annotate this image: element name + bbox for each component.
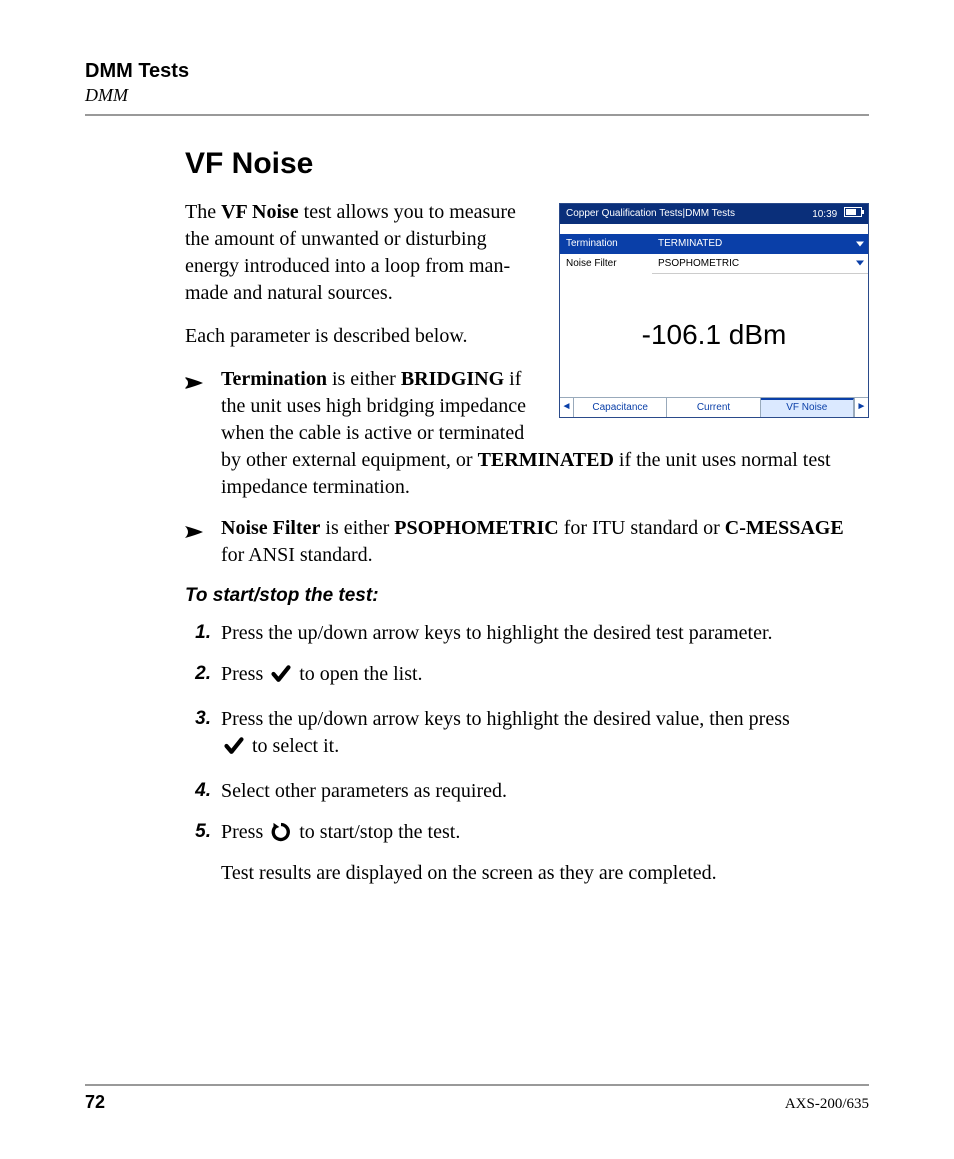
loop-icon	[270, 822, 292, 850]
parameter-list: Termination is either BRIDGING if the un…	[185, 366, 869, 569]
step-number: 2.	[185, 661, 211, 687]
step-4: 4. Select other parameters as required.	[219, 778, 869, 805]
checkmark-icon	[270, 664, 292, 692]
model-number: AXS-200/635	[785, 1096, 869, 1113]
step-number: 5.	[185, 819, 211, 845]
battery-icon	[844, 207, 862, 217]
termination-label: Termination	[560, 234, 652, 254]
noise-filter-row[interactable]: Noise Filter PSOPHOMETRIC	[560, 254, 868, 275]
footer-rule	[85, 1084, 869, 1086]
checkmark-icon	[223, 736, 245, 764]
bullet-arrow-icon	[185, 520, 207, 547]
page-number: 72	[85, 1092, 105, 1113]
step-number: 4.	[185, 778, 211, 804]
page-footer: 72 AXS-200/635	[85, 1084, 869, 1113]
bullet-noise-filter: Noise Filter is either PSOPHOMETRIC for …	[219, 515, 869, 569]
bullet-termination: Termination is either BRIDGING if the un…	[219, 366, 869, 501]
procedure-steps: 1. Press the up/down arrow keys to highl…	[185, 620, 869, 887]
chapter-title: DMM Tests	[85, 60, 869, 83]
step-3: 3. Press the up/down arrow keys to highl…	[219, 706, 869, 764]
step-number: 3.	[185, 706, 211, 732]
step-5: 5. Press to start/stop the test. Test re…	[219, 819, 869, 887]
section-title: DMM	[85, 85, 869, 106]
screenshot-titlebar: Copper Qualification Tests|DMM Tests 10:…	[560, 204, 868, 225]
termination-value: TERMINATED	[652, 234, 868, 254]
noise-filter-label: Noise Filter	[560, 254, 652, 275]
screenshot-title: Copper Qualification Tests|DMM Tests	[566, 207, 735, 221]
page-header: DMM Tests DMM	[85, 60, 869, 116]
dropdown-icon	[856, 261, 864, 266]
step-2: 2. Press to open the list.	[219, 661, 869, 692]
header-rule	[85, 114, 869, 116]
noise-filter-value: PSOPHOMETRIC	[652, 254, 868, 275]
procedure-heading: To start/stop the test:	[185, 583, 869, 609]
screenshot-status: 10:39	[812, 207, 862, 222]
step-1: 1. Press the up/down arrow keys to highl…	[219, 620, 869, 647]
topic-title: VF Noise	[185, 144, 869, 185]
dropdown-icon	[856, 241, 864, 246]
screenshot-time: 10:39	[812, 209, 837, 220]
termination-row[interactable]: Termination TERMINATED	[560, 234, 868, 254]
content-area: VF Noise Copper Qualification Tests|DMM …	[85, 144, 869, 887]
step-number: 1.	[185, 620, 211, 646]
bullet-arrow-icon	[185, 371, 207, 398]
step-5-result: Test results are displayed on the screen…	[221, 860, 869, 887]
